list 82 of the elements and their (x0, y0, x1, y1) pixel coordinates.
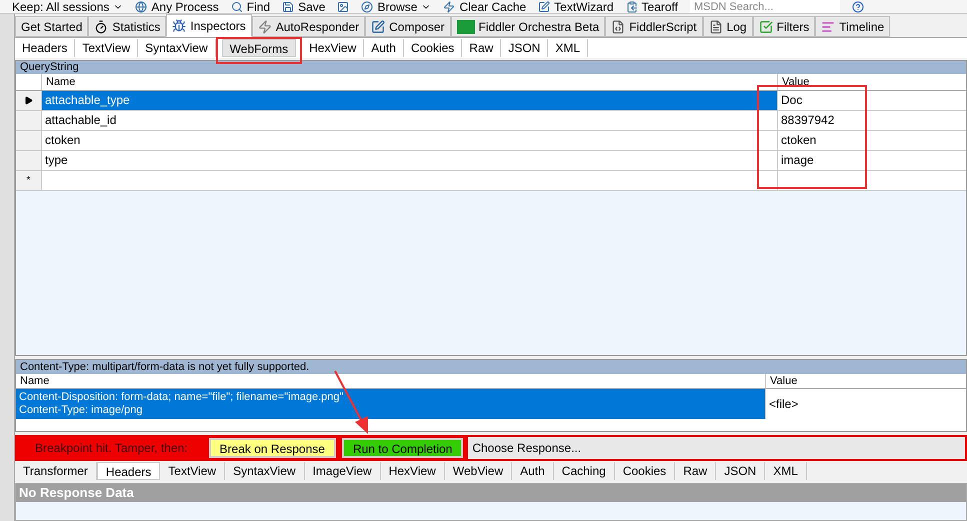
toolbar-icon (443, 0, 456, 12)
column-header[interactable]: Name (42, 74, 778, 90)
tab[interactable]: Statistics (88, 16, 166, 37)
help-icon[interactable] (852, 0, 864, 12)
toolbar-button[interactable]: Clear Cache (443, 0, 526, 12)
inspector-tab[interactable]: XML (548, 39, 588, 57)
breakpoint-message: Breakpoint hit. Tamper, then: (34, 440, 189, 457)
tab[interactable]: Composer (365, 16, 450, 37)
inspector-tab[interactable]: SyntaxView (225, 462, 305, 480)
timeline-icon (821, 20, 836, 34)
toolbar-button[interactable]: Keep: All sessions (12, 0, 124, 12)
inspector-tab[interactable]: ImageView (304, 462, 381, 480)
column-header[interactable]: Value (778, 74, 966, 90)
inspector-tab[interactable]: HexView (302, 39, 364, 57)
inspector-tab[interactable]: JSON (501, 39, 548, 57)
tab[interactable]: Filters (752, 16, 816, 37)
inspector-tab[interactable]: Headers (15, 39, 76, 57)
table-cell[interactable]: <file> (766, 389, 966, 419)
inspector-tab[interactable]: XML (765, 462, 807, 480)
inspector-tab[interactable]: JSON (716, 462, 766, 480)
table-cell[interactable]: attachable_type (42, 91, 778, 110)
inspector-tab[interactable]: Raw (675, 462, 716, 480)
script-file-icon (611, 20, 626, 34)
toolbar-button[interactable]: TextWizard (538, 0, 614, 12)
tab[interactable]: Fiddler Orchestra Beta (450, 16, 606, 37)
tab[interactable]: AutoResponder (252, 16, 366, 37)
response-choice[interactable]: Choose Response... (468, 437, 965, 459)
tab[interactable]: Timeline (815, 16, 890, 37)
checkbox-icon (758, 20, 773, 34)
inspector-tab[interactable]: WebForms (222, 39, 296, 57)
inspector-tab[interactable]: Auth (364, 39, 404, 57)
document-icon (708, 20, 723, 34)
toolbar-icon (538, 0, 550, 12)
lightning-icon (258, 20, 272, 34)
table-cell[interactable]: Doc (778, 91, 966, 110)
table-cell[interactable]: type (42, 151, 778, 170)
inspector-tab[interactable]: Cookies (404, 39, 462, 57)
pencil-icon (371, 20, 386, 34)
stopwatch-icon (94, 20, 108, 34)
table-cell[interactable]: ctoken (778, 131, 966, 150)
toolbar-icon (230, 0, 243, 12)
table-cell[interactable]: Content-Disposition: form-data; name="file"; filename="image.png" Content-Type: image/png (16, 389, 766, 419)
inspector-tab[interactable]: TextView (75, 39, 138, 57)
inspector-tab[interactable]: Caching (554, 462, 615, 480)
toolbar-icon (135, 0, 148, 12)
inspector-tab[interactable]: WebView (444, 462, 512, 480)
column-header[interactable]: Value (766, 374, 966, 388)
search-field[interactable]: MSDN Search... (690, 0, 840, 13)
inspector-tab[interactable]: Cookies (614, 462, 676, 480)
response-status: No Response Data (16, 484, 966, 502)
table-cell[interactable]: image (778, 151, 966, 170)
toolbar-button[interactable] (337, 0, 350, 12)
inspector-tab[interactable]: Headers (96, 462, 160, 480)
row-header[interactable] (16, 91, 42, 110)
toolbar-button[interactable]: Tearoff (626, 0, 678, 12)
inspector-tab[interactable]: Auth (512, 462, 554, 480)
inspector-tab[interactable]: Raw (462, 39, 502, 57)
toolbar-icon (337, 0, 350, 12)
inspector-tab[interactable]: HexView (380, 462, 445, 480)
row-pointer-icon (24, 96, 33, 105)
table-cell[interactable]: 88397942 (778, 111, 966, 130)
tab[interactable]: Get Started (15, 16, 88, 37)
inspector-tab[interactable]: TextView (160, 462, 226, 480)
table-cell[interactable]: attachable_id (42, 111, 778, 130)
toolbar-icon (626, 0, 638, 12)
toolbar-button[interactable]: Browse (361, 0, 432, 12)
section-header: Content-Type: multipart/form-data is not yet fully supported. (16, 360, 966, 374)
section-header: QueryString (16, 61, 966, 74)
toolbar-button[interactable]: Save (282, 0, 326, 12)
inspector-tab[interactable]: SyntaxView (138, 39, 216, 57)
tab[interactable]: Log (702, 16, 753, 37)
column-header[interactable]: Name (16, 374, 766, 388)
toolbar-icon (282, 0, 294, 12)
toolbar-button[interactable]: Any Process (135, 0, 219, 12)
toolbar-button[interactable]: Find (230, 0, 270, 12)
breakpoint-button[interactable]: Run to Completion (342, 438, 464, 458)
table-cell[interactable]: ctoken (42, 131, 778, 150)
tab[interactable]: Inspectors (166, 14, 252, 37)
toolbar-icon (361, 0, 374, 12)
new-row-marker: * (16, 171, 42, 190)
tab[interactable]: FiddlerScript (605, 16, 703, 37)
breakpoint-button[interactable]: Break on Response (208, 438, 336, 458)
